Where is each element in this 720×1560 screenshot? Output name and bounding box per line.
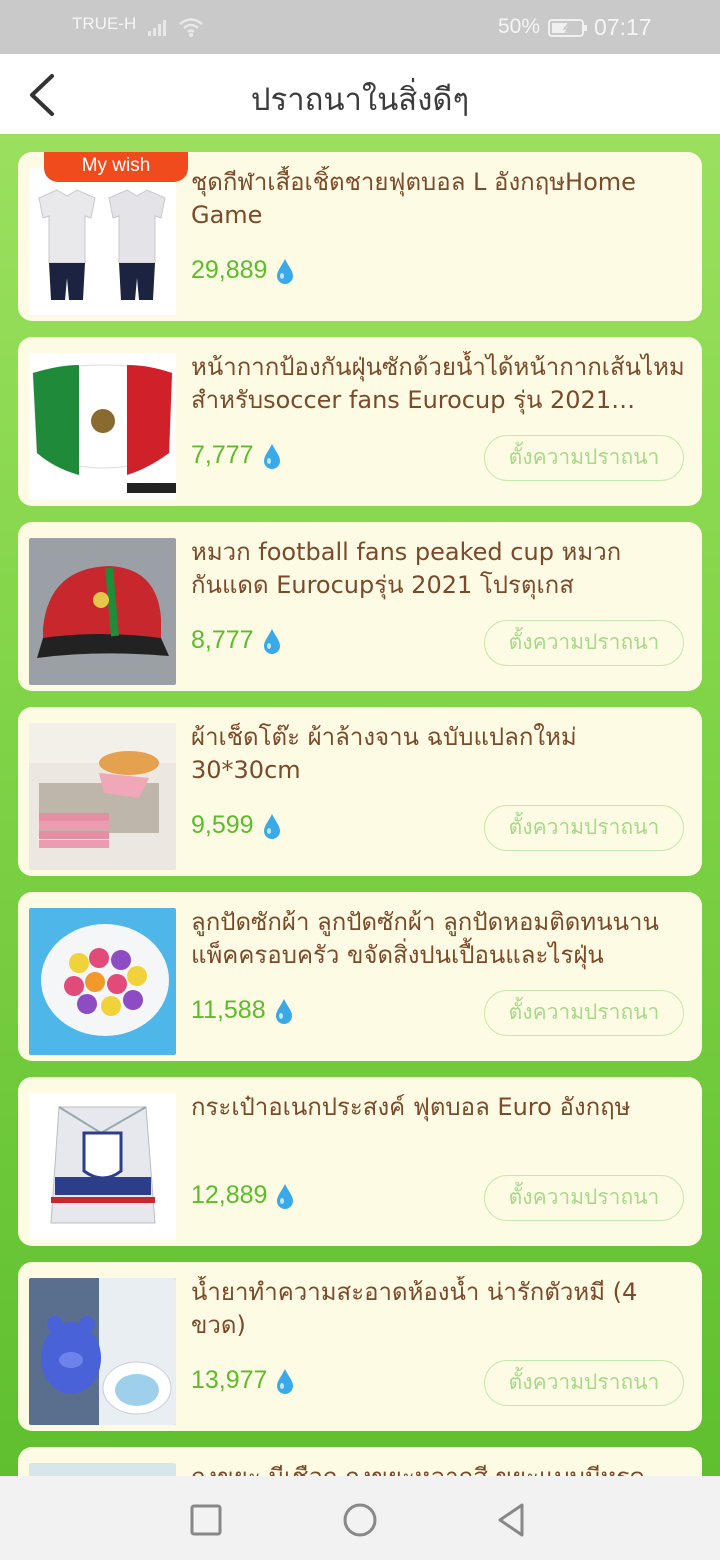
product-title: ถุงขยะ มีเชือก ถุงขยะหลากสี ขยะแบบมีหูรู… bbox=[191, 1461, 691, 1476]
product-image-jersey bbox=[29, 168, 176, 315]
points-value: 13,977 bbox=[191, 1366, 295, 1395]
set-wish-button[interactable]: ตั้งความปราถนา bbox=[484, 805, 684, 851]
water-drop-icon bbox=[277, 1368, 294, 1394]
wifi-icon bbox=[179, 18, 203, 37]
points-value: 9,599 bbox=[191, 811, 282, 840]
recent-apps-icon[interactable] bbox=[186, 1500, 226, 1540]
water-drop-icon bbox=[275, 998, 292, 1024]
points-value: 29,889 bbox=[191, 256, 295, 285]
product-image-bag bbox=[29, 1093, 176, 1240]
water-drop-icon bbox=[263, 443, 280, 469]
points-number: 11,588 bbox=[191, 996, 266, 1024]
battery-icon bbox=[548, 19, 587, 37]
set-wish-button[interactable]: ตั้งความปราถนา bbox=[484, 1175, 684, 1221]
set-wish-button[interactable]: ตั้งความปราถนา bbox=[484, 990, 684, 1036]
product-title: หมวก football fans peaked cup หมวกกันแดด… bbox=[191, 538, 622, 599]
product-title: ผ้าเช็ดโต๊ะ ผ้าล้างจาน ฉบับแปลกใหม่ 30*3… bbox=[191, 723, 577, 784]
product-title: หน้ากากป้องกันฝุ่นซักด้วยน้ำได้หน้ากากเส… bbox=[191, 353, 685, 414]
back-nav-icon[interactable] bbox=[492, 1500, 532, 1540]
my-wish-badge: My wish bbox=[44, 152, 188, 182]
list-item[interactable]: ผ้าเช็ดโต๊ะ ผ้าล้างจาน ฉบับแปลกใหม่ 30*3… bbox=[18, 707, 702, 876]
carrier-name: TRUE-H bbox=[72, 14, 137, 33]
set-wish-button[interactable]: ตั้งความปราถนา bbox=[484, 435, 684, 481]
list-item[interactable]: กระเป๋าอเนกประสงค์ ฟุตบอล Euro อังกฤษ 12… bbox=[18, 1077, 702, 1246]
set-wish-button[interactable]: ตั้งความปราถนา bbox=[484, 1360, 684, 1406]
points-number: 29,889 bbox=[191, 256, 268, 284]
points-number: 7,777 bbox=[191, 441, 254, 469]
list-item[interactable]: ลูกปัดซักผ้า ลูกปัดซักผ้า ลูกปัดหอมติดทน… bbox=[18, 892, 702, 1061]
points-number: 9,599 bbox=[191, 811, 254, 839]
product-image-cloth bbox=[29, 723, 176, 870]
list-item[interactable]: น้ำยาทำความสะอาดห้องน้ำ น่ารักตัวหมี (4 … bbox=[18, 1262, 702, 1431]
points-number: 13,977 bbox=[191, 1366, 268, 1394]
signal-icon bbox=[148, 20, 166, 36]
wish-list[interactable]: My wish ชุดกีฬาเสื้อเชิ้ตชายฟุตบอล L อัง… bbox=[0, 134, 720, 1476]
product-image-toilet-cleaner bbox=[29, 1278, 176, 1425]
product-title: กระเป๋าอเนกประสงค์ ฟุตบอล Euro อังกฤษ bbox=[191, 1093, 631, 1121]
water-drop-icon bbox=[263, 813, 280, 839]
page-title: ปราถนาในสิ่งดีๆ bbox=[250, 82, 470, 118]
product-title: ลูกปัดซักผ้า ลูกปัดซักผ้า ลูกปัดหอมติดทน… bbox=[191, 908, 659, 969]
app-header: ปราถนาในสิ่งดีๆ bbox=[0, 54, 720, 134]
points-number: 12,889 bbox=[191, 1181, 268, 1209]
list-item[interactable]: หน้ากากป้องกันฝุ่นซักด้วยน้ำได้หน้ากากเส… bbox=[18, 337, 702, 506]
points-number: 8,777 bbox=[191, 626, 254, 654]
system-nav-bar bbox=[0, 1476, 720, 1560]
product-title: ชุดกีฬาเสื้อเชิ้ตชายฟุตบอล L อังกฤษHome … bbox=[191, 168, 636, 229]
water-drop-icon bbox=[277, 258, 294, 284]
points-value: 11,588 bbox=[191, 996, 294, 1025]
product-image-trash-bag bbox=[29, 1463, 176, 1476]
list-item[interactable]: ถุงขยะ มีเชือก ถุงขยะหลากสี ขยะแบบมีหูรู… bbox=[18, 1447, 702, 1476]
water-drop-icon bbox=[263, 628, 280, 654]
set-wish-button[interactable]: ตั้งความปราถนา bbox=[484, 620, 684, 666]
list-item[interactable]: My wish ชุดกีฬาเสื้อเชิ้ตชายฟุตบอล L อัง… bbox=[18, 152, 702, 321]
home-icon[interactable] bbox=[340, 1500, 380, 1540]
product-title: น้ำยาทำความสะอาดห้องน้ำ น่ารักตัวหมี (4 … bbox=[191, 1278, 638, 1339]
points-value: 8,777 bbox=[191, 626, 282, 655]
list-item[interactable]: หมวก football fans peaked cup หมวกกันแดด… bbox=[18, 522, 702, 691]
product-image-cap bbox=[29, 538, 176, 685]
points-value: 12,889 bbox=[191, 1181, 295, 1210]
status-bar: TRUE-H 50% 07:17 bbox=[0, 0, 720, 54]
battery-percent: 50% bbox=[498, 15, 541, 38]
product-image-mask bbox=[29, 353, 176, 500]
clock: 07:17 bbox=[594, 14, 652, 40]
water-drop-icon bbox=[277, 1183, 294, 1209]
product-image-laundry-beads bbox=[29, 908, 176, 1055]
points-value: 7,777 bbox=[191, 441, 282, 470]
